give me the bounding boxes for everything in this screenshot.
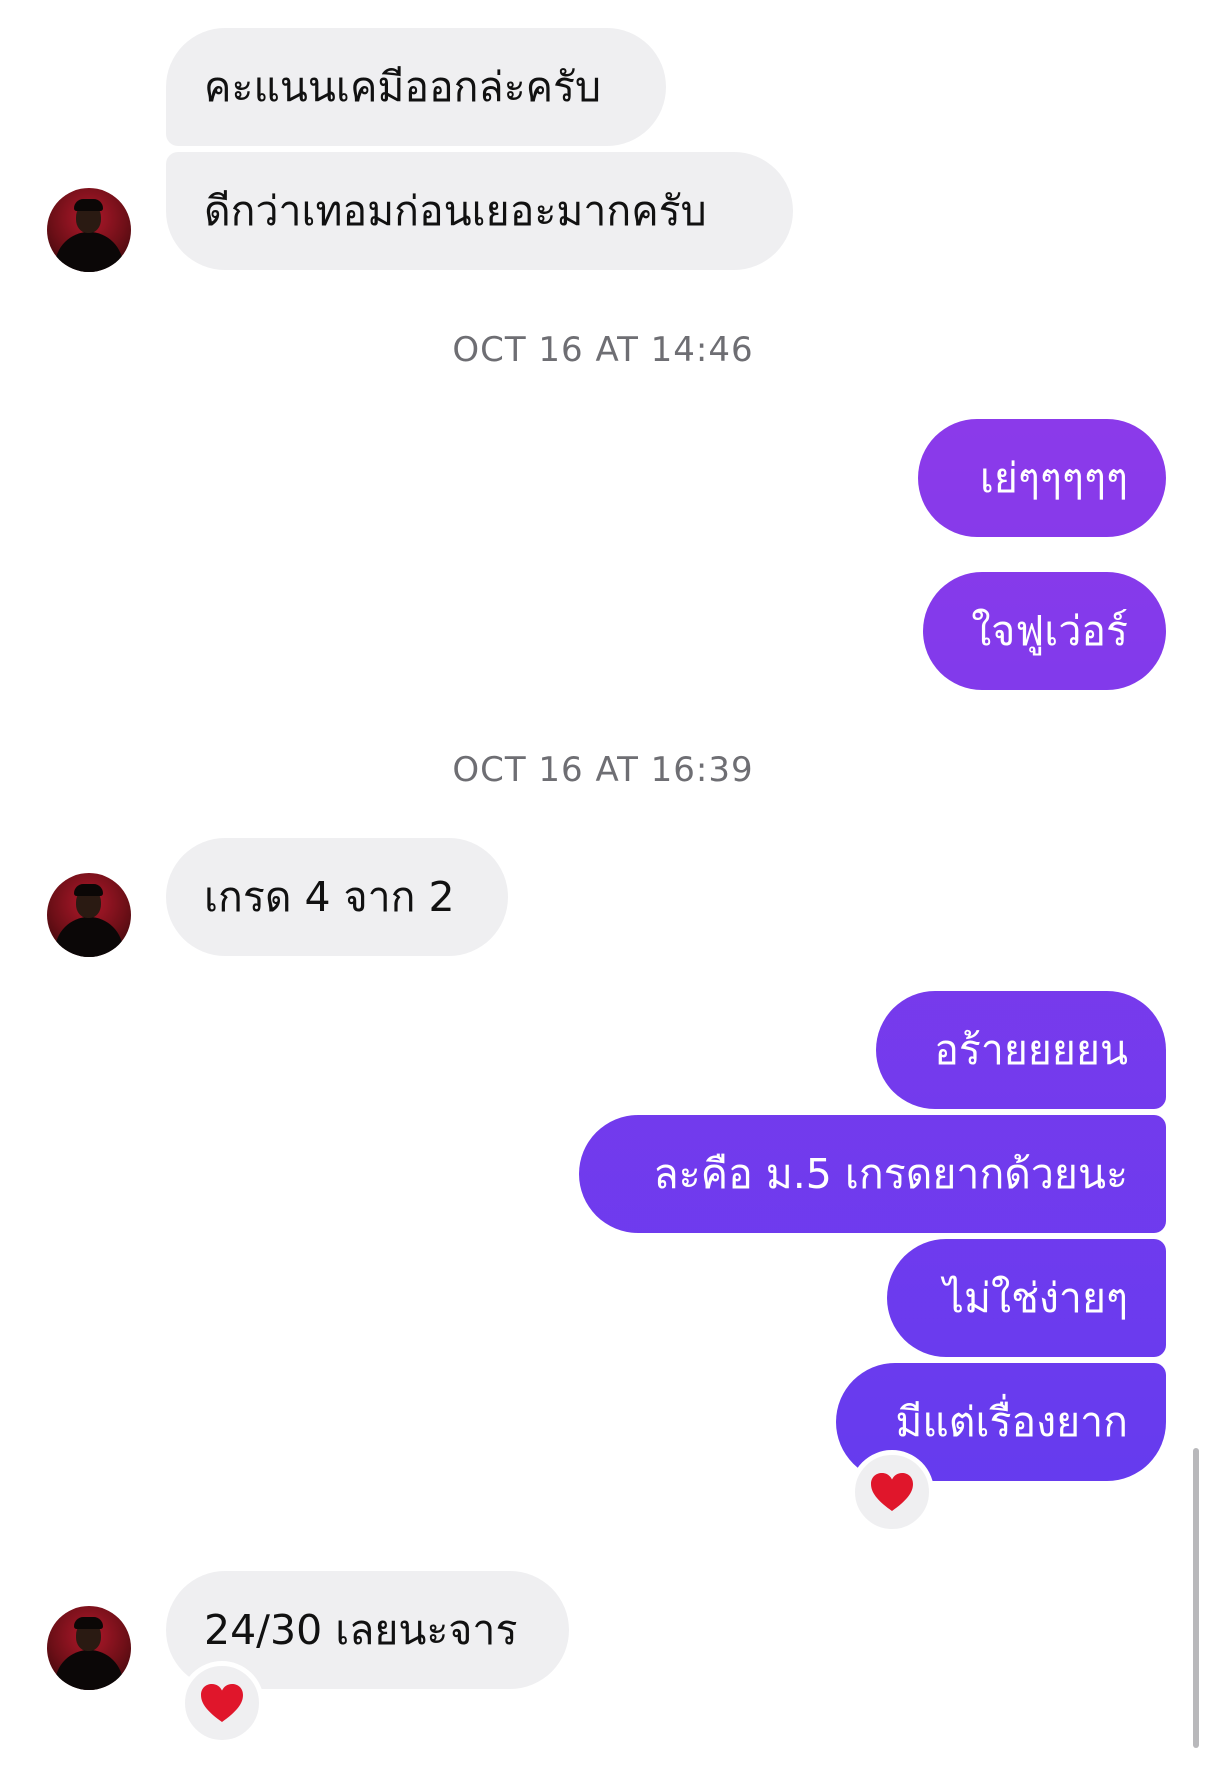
heart-reaction[interactable] — [180, 1661, 264, 1745]
message-bubble-outgoing[interactable]: อร้ายยยยน — [876, 991, 1166, 1109]
message-text: ใจฟูเว่อร์ — [971, 606, 1128, 655]
message-bubble-incoming[interactable]: ดีกว่าเทอมก่อนเยอะมากครับ — [166, 152, 793, 270]
heart-reaction[interactable] — [850, 1450, 934, 1534]
contact-avatar[interactable] — [47, 188, 131, 272]
message-text: ดีกว่าเทอมก่อนเยอะมากครับ — [204, 186, 707, 235]
message-text: คะแนนเคมีออกล่ะครับ — [204, 62, 602, 111]
message-bubble-outgoing[interactable]: เย่ๆๆๆๆๆ — [918, 419, 1166, 537]
message-bubble-incoming[interactable]: เกรด 4 จาก 2 — [166, 838, 508, 956]
message-text: 24/30 เลยนะจาร — [204, 1605, 518, 1654]
message-thread: คะแนนเคมีออกล่ะครับ ดีกว่าเทอมก่อนเยอะมา… — [0, 0, 1206, 1786]
message-text: มีแต่เรื่องยาก — [895, 1397, 1128, 1446]
message-text: เย่ๆๆๆๆๆ — [979, 453, 1128, 502]
message-bubble-outgoing[interactable]: ไม่ใช่ง่ายๆ — [887, 1239, 1166, 1357]
timestamp: OCT 16 AT 14:46 — [452, 330, 754, 370]
message-text: อร้ายยยยน — [934, 1025, 1128, 1074]
message-bubble-outgoing[interactable]: ละคือ ม.5 เกรดยากด้วยนะ — [579, 1115, 1166, 1233]
heart-icon — [201, 1684, 243, 1722]
message-bubble-outgoing[interactable]: ใจฟูเว่อร์ — [923, 572, 1166, 690]
message-text: ละคือ ม.5 เกรดยากด้วยนะ — [653, 1149, 1128, 1198]
contact-avatar[interactable] — [47, 873, 131, 957]
message-text: ไม่ใช่ง่ายๆ — [943, 1273, 1128, 1322]
message-text: เกรด 4 จาก 2 — [204, 872, 455, 921]
contact-avatar[interactable] — [47, 1606, 131, 1690]
message-bubble-incoming[interactable]: คะแนนเคมีออกล่ะครับ — [166, 28, 666, 146]
heart-icon — [871, 1473, 913, 1511]
scrollbar[interactable] — [1193, 1448, 1199, 1748]
timestamp: OCT 16 AT 16:39 — [452, 750, 754, 790]
